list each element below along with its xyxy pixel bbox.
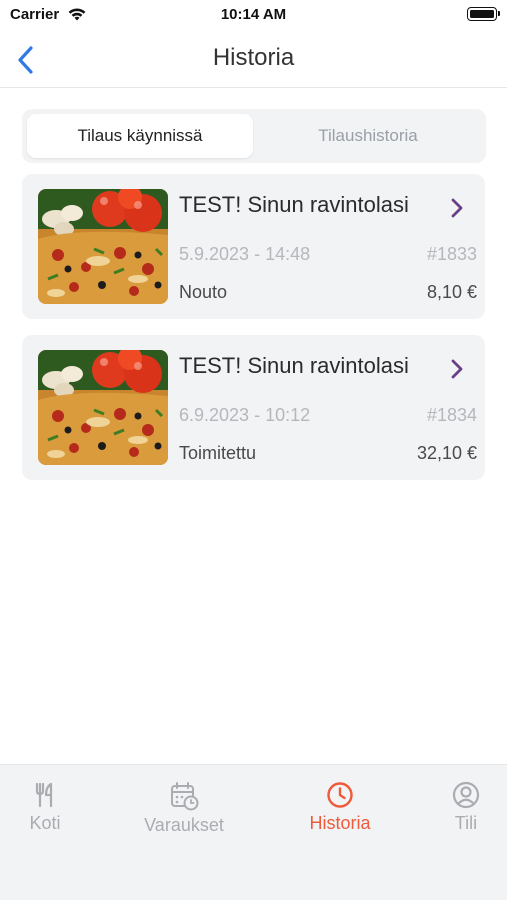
clock-icon bbox=[327, 782, 353, 808]
order-status: Nouto bbox=[179, 282, 228, 302]
tab-bar: Koti Varaukset Historia Tili bbox=[0, 764, 507, 900]
segment-order-history[interactable]: Tilaushistoria bbox=[255, 114, 481, 158]
clock-time: 10:14 AM bbox=[220, 6, 287, 23]
calendar-clock-icon bbox=[171, 782, 199, 811]
tab-tili[interactable]: Tili bbox=[411, 781, 507, 834]
page-title: Historia bbox=[212, 44, 295, 71]
navigation-bar: Historia bbox=[0, 32, 507, 88]
order-date: 6.9.2023 - 10:12 bbox=[179, 405, 311, 425]
order-price: 8,10 € bbox=[426, 282, 477, 302]
fork-knife-icon bbox=[35, 782, 53, 808]
order-card[interactable]: TEST! Sinun ravintolasi 5.9.2023 - 14:48… bbox=[22, 174, 485, 319]
tab-label: Historia bbox=[309, 813, 371, 833]
restaurant-image bbox=[38, 189, 168, 304]
tab-historia[interactable]: Historia bbox=[285, 781, 395, 834]
order-date: 5.9.2023 - 14:48 bbox=[179, 244, 311, 264]
order-number: #1833 bbox=[426, 244, 477, 264]
tab-koti[interactable]: Koti bbox=[0, 781, 100, 834]
battery-icon bbox=[467, 7, 500, 21]
tab-varaukset[interactable]: Varaukset bbox=[129, 781, 239, 836]
tab-label: Tili bbox=[454, 813, 478, 833]
restaurant-name: TEST! Sinun ravintolasi bbox=[179, 353, 409, 378]
status-bar: Carrier 10:14 AM bbox=[0, 0, 507, 32]
user-circle-icon bbox=[452, 781, 480, 809]
order-status: Toimitettu bbox=[179, 443, 257, 463]
tab-label: Varaukset bbox=[144, 815, 224, 835]
tab-label: Koti bbox=[29, 813, 61, 833]
chevron-right-icon bbox=[451, 198, 463, 218]
order-card[interactable]: TEST! Sinun ravintolasi 6.9.2023 - 10:12… bbox=[22, 335, 485, 480]
restaurant-name: TEST! Sinun ravintolasi bbox=[179, 192, 409, 217]
content-area: Tilaus käynnissä Tilaushistoria TEST! Si… bbox=[0, 88, 507, 764]
segment-active-orders[interactable]: Tilaus käynnissä bbox=[27, 114, 253, 158]
order-price: 32,10 € bbox=[416, 443, 477, 463]
order-number: #1834 bbox=[426, 405, 477, 425]
chevron-right-icon bbox=[451, 359, 463, 379]
restaurant-image bbox=[38, 350, 168, 465]
order-segmented-control: Tilaus käynnissä Tilaushistoria bbox=[22, 109, 486, 163]
